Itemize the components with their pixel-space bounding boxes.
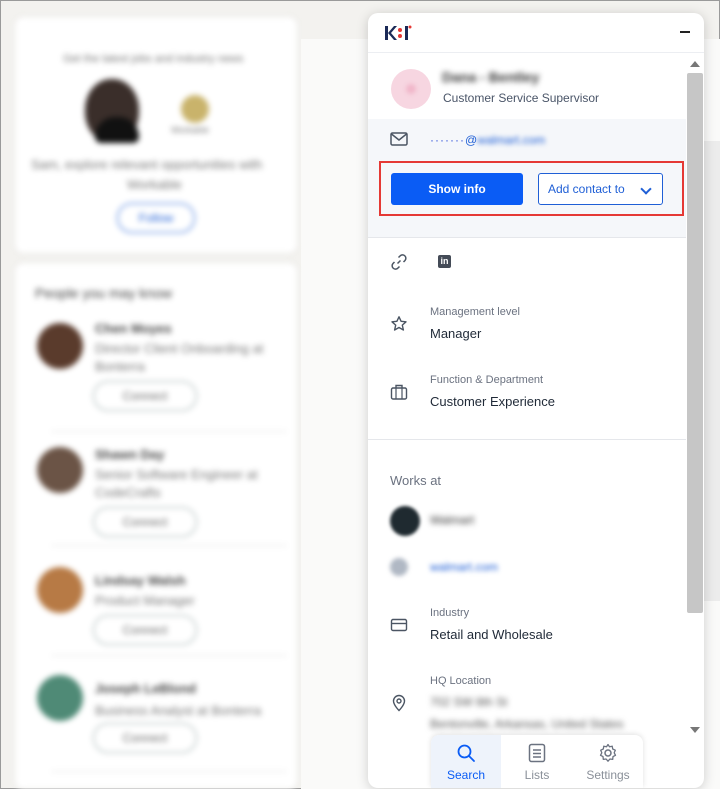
add-contact-label: Add contact to [548,182,625,196]
nav-settings[interactable]: Settings [573,735,643,788]
gear-icon [599,743,617,762]
industry-label: Industry [430,607,470,619]
divider [368,439,686,440]
list-icon [528,743,546,763]
person-name: Lindsay Walsh [95,573,186,588]
contact-title: Customer Service Supervisor [443,91,600,105]
nav-lists[interactable]: Lists [502,735,572,788]
contact-header: Dana - Bentley Customer Service Supervis… [368,53,686,119]
person-name: Joseph LeBlond [95,681,197,696]
management-level-label: Management level [430,306,520,318]
nav-lists-label: Lists [524,768,550,782]
divider [51,771,287,772]
nav-search-label: Search [446,768,486,782]
function-value: Customer Experience [430,394,555,409]
hq-address-line: 702 SW 8th St [430,695,508,709]
connect-button[interactable]: Connect [93,723,197,753]
company-name[interactable]: Walmart [430,513,474,527]
scroll-thumb[interactable] [687,73,703,613]
contact-info-band: ·······@walmart.com Show info Add contac… [368,119,686,237]
email-domain: walmart.com [477,133,546,147]
works-at-label: Works at [390,473,442,488]
company-website-link[interactable]: walmart.com [430,560,498,574]
connect-button[interactable]: Connect [93,381,197,411]
follow-button[interactable]: Follow [117,203,195,233]
mail-icon [390,132,408,146]
nav-search[interactable]: Search [431,735,501,788]
linkedin-icon[interactable]: in [438,255,451,268]
star-icon [391,316,407,331]
nav-settings-label: Settings [586,768,630,782]
connect-button[interactable]: Connect [93,507,197,537]
chevron-down-icon [640,183,652,195]
company-suggestion-card: Get the latest jobs and industry news Wo… [15,17,297,253]
person-headline: Director Client Onboarding at [95,341,264,356]
card-hint: Get the latest jobs and industry news [63,53,244,65]
person-headline-2: CodeCrafts [95,485,161,500]
person-name: Shawn Day [95,447,165,462]
person-headline-2: Bonterra [95,359,145,374]
masked-email: ·······@walmart.com [430,133,545,147]
company-name-bg: Workable [171,125,209,135]
app-logo-icon [385,25,412,40]
globe-icon [390,558,408,576]
add-contact-to-dropdown[interactable]: Add contact to [538,173,663,205]
connect-button[interactable]: Connect [93,615,197,645]
email-at: @ [464,133,478,147]
person-headline: Product Manager [95,593,195,608]
contact-avatar [391,69,431,109]
company-logo-bg [181,95,209,123]
divider [368,237,686,238]
function-label: Function & Department [430,374,544,386]
location-pin-icon [392,694,406,712]
minimize-button[interactable] [680,31,690,33]
person-avatar [37,447,83,493]
person-avatar [37,323,83,369]
company-logo [390,506,420,536]
contact-extension-panel: Dana - Bentley Customer Service Supervis… [368,13,704,788]
person-name: Chen Moyes [95,321,172,336]
divider [51,655,287,656]
link-icon[interactable] [390,253,408,271]
card-blurb-1: Sam, explore relevant opportunities with [31,157,263,172]
bottom-nav: Search Lists Settings [431,735,643,788]
people-title: People you may know [35,285,172,301]
show-info-button[interactable]: Show info [391,173,523,205]
card-blurb-2: Workable [127,177,182,192]
hq-address-line-2: Bentonville, Arkansas, United States [430,717,624,731]
person-headline: Business Analyst at Bonterra [95,703,262,718]
hq-location-label: HQ Location [430,675,492,687]
email-mask: ······· [430,133,465,147]
industry-value: Retail and Wholesale [430,627,553,642]
management-level-value: Manager [430,326,482,341]
people-you-may-know-card: People you may know Chen Moyes Director … [15,263,297,789]
credit-card-icon [390,618,408,632]
scroll-down-icon[interactable] [690,727,700,733]
briefcase-icon [390,384,408,400]
panel-scrollbar[interactable] [686,55,704,741]
contact-name: Dana - Bentley [442,69,540,85]
panel-header [368,13,704,53]
scroll-up-icon[interactable] [690,61,700,67]
person-headline: Senior Software Engineer at [95,467,258,482]
divider [51,545,287,546]
person-avatar [37,567,83,613]
search-icon [457,744,475,762]
person-avatar [37,675,83,721]
divider [51,431,287,432]
